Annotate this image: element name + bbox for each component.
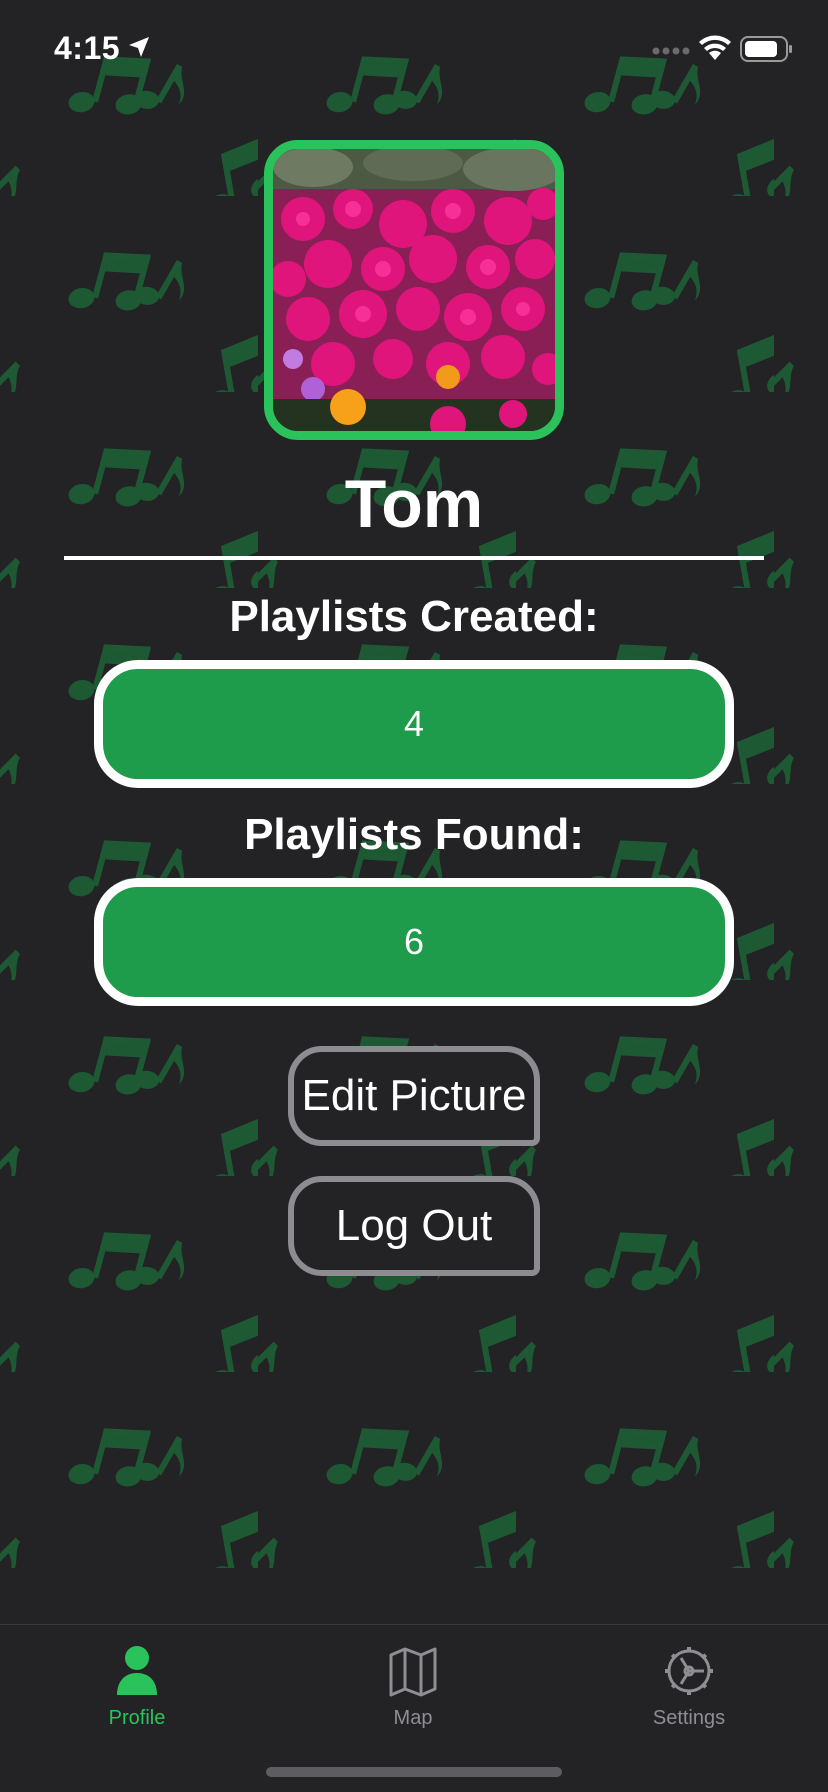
playlists-found-label: Playlists Found:: [244, 810, 584, 859]
edit-picture-button[interactable]: Edit Picture: [288, 1046, 540, 1146]
battery-icon: [740, 36, 792, 62]
status-time: 4:15: [54, 30, 121, 66]
location-arrow-icon: [129, 37, 149, 57]
wifi-icon: [699, 35, 731, 60]
home-indicator: [266, 1767, 562, 1777]
tab-map[interactable]: Map: [313, 1625, 513, 1735]
tab-settings-label: Settings: [652, 1707, 726, 1729]
profile-photo: [273, 149, 555, 431]
person-icon: [117, 1646, 157, 1695]
tab-profile[interactable]: Profile: [37, 1625, 237, 1735]
profile-avatar: [264, 140, 564, 440]
gear-icon: [665, 1647, 713, 1695]
log-out-button[interactable]: Log Out: [288, 1176, 540, 1276]
cellular-signal-icon: [652, 47, 690, 55]
tab-profile-label: Profile: [108, 1707, 166, 1729]
tab-settings[interactable]: Settings: [589, 1625, 789, 1735]
playlists-created-label: Playlists Created:: [229, 592, 599, 641]
map-icon: [389, 1647, 437, 1697]
playlists-found-count: 6: [94, 878, 734, 1006]
playlists-created-count: 4: [94, 660, 734, 788]
username: Tom: [344, 466, 484, 542]
status-bar: 4:15: [0, 0, 828, 100]
tab-bar: Profile Map Settings: [0, 1624, 828, 1792]
tab-map-label: Map: [393, 1707, 433, 1729]
name-divider: [64, 556, 764, 560]
